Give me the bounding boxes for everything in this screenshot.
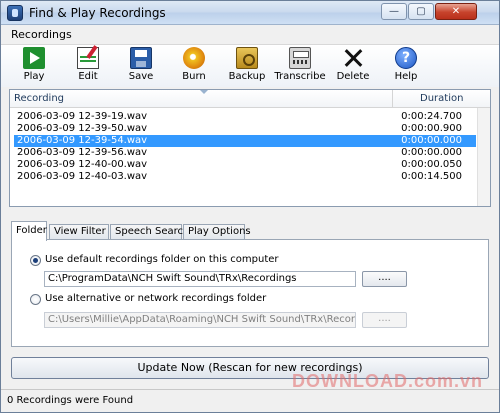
save-icon	[130, 47, 152, 69]
delete-button[interactable]: Delete	[327, 46, 379, 86]
column-header-recording[interactable]: Recording	[14, 93, 64, 104]
window-title: Find & Play Recordings	[29, 6, 166, 20]
recording-duration: 0:00:00.050	[401, 159, 462, 170]
list-header: Recording Duration	[10, 90, 490, 108]
tab-play-options[interactable]: Play Options	[183, 224, 251, 240]
alt-folder-radio[interactable]	[30, 294, 41, 305]
app-window: Find & Play Recordings — ▢ ✕ Recordings …	[0, 0, 500, 413]
default-folder-label[interactable]: Use default recordings folder on this co…	[45, 254, 279, 265]
tab-speech-search[interactable]: Speech Search	[110, 224, 189, 240]
play-button[interactable]: Play	[8, 46, 60, 86]
list-item[interactable]: 2006-03-09 12-40-03.wav 0:00:14.500	[14, 171, 476, 183]
save-button[interactable]: Save	[115, 46, 167, 86]
list-item[interactable]: 2006-03-09 12-40-00.wav 0:00:00.050	[14, 159, 476, 171]
backup-icon	[236, 47, 258, 69]
close-button[interactable]: ✕	[435, 3, 477, 20]
burn-icon	[183, 47, 205, 69]
folder-panel: Use default recordings folder on this co…	[11, 239, 489, 347]
save-label: Save	[128, 71, 154, 82]
play-label: Play	[23, 71, 45, 82]
alt-folder-path[interactable]: C:\Users\Millie\AppData\Roaming\NCH Swif…	[44, 312, 356, 328]
help-button[interactable]: ? Help	[380, 46, 432, 86]
list-item[interactable]: 2006-03-09 12-39-50.wav 0:00:00.900	[14, 123, 476, 135]
recording-name: 2006-03-09 12-39-54.wav	[17, 135, 148, 146]
title-bar[interactable]: Find & Play Recordings — ▢ ✕	[1, 1, 499, 25]
recording-duration: 0:00:00.000	[401, 147, 462, 158]
play-icon	[23, 47, 45, 69]
recording-name: 2006-03-09 12-39-56.wav	[17, 147, 148, 158]
delete-label: Delete	[336, 71, 370, 82]
default-folder-path[interactable]: C:\ProgramData\NCH Swift Sound\TRx\Recor…	[44, 271, 356, 287]
delete-icon	[342, 47, 364, 69]
alt-folder-browse-button[interactable]: ....	[362, 312, 407, 328]
menu-bar: Recordings	[1, 25, 499, 45]
recording-duration: 0:00:14.500	[401, 171, 462, 182]
recording-name: 2006-03-09 12-39-19.wav	[17, 111, 148, 122]
tab-view-filter[interactable]: View Filter	[49, 224, 109, 240]
transcribe-icon	[289, 47, 311, 69]
recording-duration: 0:00:24.700	[401, 111, 462, 122]
column-header-duration[interactable]: Duration	[420, 93, 463, 104]
maximize-button[interactable]: ▢	[408, 3, 434, 20]
list-item[interactable]: 2006-03-09 12-39-56.wav 0:00:00.000	[14, 147, 476, 159]
alt-folder-label[interactable]: Use alternative or network recordings fo…	[45, 293, 266, 304]
vertical-scrollbar[interactable]	[477, 108, 490, 206]
minimize-button[interactable]: —	[381, 3, 407, 20]
recordings-list[interactable]: Recording Duration 2006-03-09 12-39-19.w…	[9, 89, 491, 207]
default-folder-radio[interactable]	[30, 255, 41, 266]
list-item-selected[interactable]: 2006-03-09 12-39-54.wav 0:00:00.000	[14, 135, 476, 147]
help-label: Help	[394, 71, 418, 82]
backup-label: Backup	[228, 71, 266, 82]
edit-label: Edit	[78, 71, 98, 82]
recording-name: 2006-03-09 12-40-03.wav	[17, 171, 148, 182]
tab-folder[interactable]: Folder	[11, 221, 47, 241]
status-bar: 0 Recordings were Found	[1, 389, 499, 412]
recording-name: 2006-03-09 12-40-00.wav	[17, 159, 148, 170]
toolbar: Play Edit Save Burn Backup Transcribe De…	[1, 45, 499, 87]
backup-button[interactable]: Backup	[221, 46, 273, 86]
burn-button[interactable]: Burn	[168, 46, 220, 86]
transcribe-button[interactable]: Transcribe	[274, 46, 326, 86]
recording-duration: 0:00:00.000	[401, 135, 462, 146]
column-separator[interactable]	[392, 90, 393, 108]
edit-icon	[77, 47, 99, 69]
help-icon: ?	[395, 47, 417, 69]
recording-duration: 0:00:00.900	[401, 123, 462, 134]
edit-button[interactable]: Edit	[62, 46, 114, 86]
default-folder-browse-button[interactable]: ....	[362, 271, 407, 287]
recording-name: 2006-03-09 12-39-50.wav	[17, 123, 148, 134]
app-icon	[7, 5, 23, 21]
list-item[interactable]: 2006-03-09 12-39-19.wav 0:00:24.700	[14, 111, 476, 123]
menu-recordings[interactable]: Recordings	[11, 28, 72, 41]
sort-arrow-icon	[200, 90, 208, 94]
transcribe-label: Transcribe	[274, 71, 326, 82]
burn-label: Burn	[182, 71, 206, 82]
status-text: 0 Recordings were Found	[7, 395, 134, 406]
